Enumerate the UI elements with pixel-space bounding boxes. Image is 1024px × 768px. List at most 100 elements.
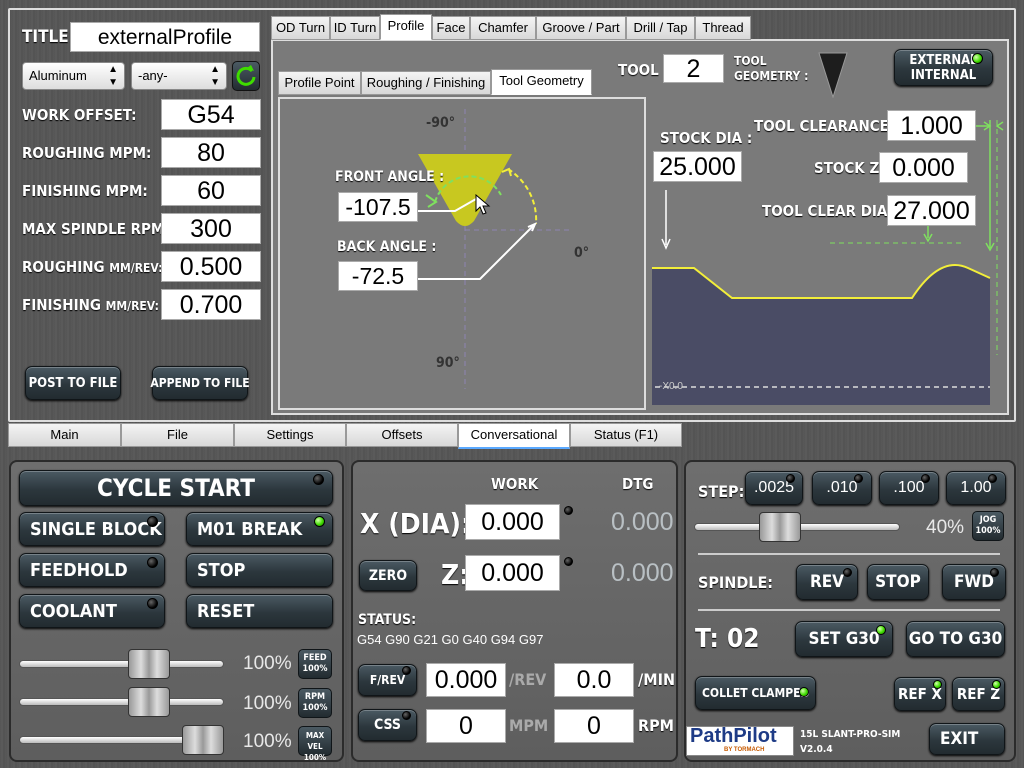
internal-label: INTERNAL [910,67,977,83]
coolant-button[interactable]: COOLANT [19,594,165,628]
back-angle-input[interactable]: -72.5 [338,261,418,291]
spindle-rev-led [843,568,852,577]
refresh-button[interactable] [232,61,260,91]
tool-angle-diagram: -90° 90° 0° FRONT ANGLE : -107.5 BACK AN… [278,97,646,410]
tab-offsets[interactable]: Offsets [346,423,458,447]
post-to-file-button[interactable]: POST TO FILE [25,366,121,400]
ref-z-led [992,680,1001,689]
tab-chamfer[interactable]: Chamfer [470,16,536,40]
angle-diagram-svg [416,109,570,389]
css-unit: MPM [509,716,549,735]
pathpilot-logo-sub: BY TORMACH [724,747,765,753]
maxvel-override-handle[interactable] [182,725,224,755]
feed-reset-button[interactable]: FEED 100% [298,649,332,679]
title-input[interactable]: externalProfile [70,22,260,52]
feedhold-button[interactable]: FEEDHOLD [19,553,165,587]
cycle-start-button[interactable]: CYCLE START [19,470,333,506]
tab-main[interactable]: Main [8,423,121,447]
work-header: WORK [491,475,539,493]
step-010-button[interactable]: .010 [812,471,872,505]
feed-per-min-value[interactable]: 0.0 [554,663,634,697]
z-led [564,557,573,566]
fmin-unit: /MIN [638,670,675,689]
tab-od-turn[interactable]: OD Turn [271,16,330,40]
tab-tool-geometry[interactable]: Tool Geometry [491,69,592,95]
work-offset-input[interactable]: G54 [161,99,261,130]
jog-rate-handle[interactable] [759,512,801,542]
tool-clearance-z-input[interactable]: 1.000 [887,110,976,141]
css-led [402,711,411,720]
z-work-value[interactable]: 0.000 [465,555,560,591]
tab-roughing-finishing[interactable]: Roughing / Finishing [361,71,491,95]
x-led [564,506,573,515]
z-dtg-value: 0.000 [611,559,674,587]
feed-override-handle[interactable] [128,649,170,679]
jog-reset-button[interactable]: JOG 100% [972,511,1004,541]
feed-override-slider[interactable] [19,660,224,668]
cycle-start-led [313,474,324,485]
tab-id-turn[interactable]: ID Turn [330,16,380,40]
go-to-g30-button[interactable]: GO TO G30 [906,621,1005,657]
roughing-mpm-input[interactable]: 80 [161,137,261,168]
stop-button[interactable]: STOP [186,553,333,587]
tab-drill-tap[interactable]: Drill / Tap [626,16,695,40]
maxvel-reset-button[interactable]: MAX VEL 100% [298,726,332,762]
m01-break-label: M01 BREAK [197,518,303,540]
tab-thread[interactable]: Thread [695,16,751,40]
tool-input[interactable]: 2 [663,54,724,83]
exit-button[interactable]: EXIT [929,723,1005,755]
roughing-mmrev-label: ROUGHING MM/REV: [22,258,163,276]
rpm-override-handle[interactable] [128,687,170,717]
back-angle-label: BACK ANGLE : [337,239,437,255]
tab-profile[interactable]: Profile [380,14,432,40]
single-block-led [147,516,158,527]
frev-unit: /REV [509,670,547,689]
rpm-override-pct: 100% [243,693,292,714]
frev-value[interactable]: 0.000 [426,663,506,697]
tab-conversational[interactable]: Conversational [458,423,570,449]
tool-geometry-label: TOOL GEOMETRY : [734,54,808,84]
tab-file[interactable]: File [121,423,234,447]
tab-groove-part[interactable]: Groove / Part [536,16,626,40]
frev-led [402,666,411,675]
spindle-fwd-led [990,568,999,577]
single-block-button[interactable]: SINGLE BLOCK [19,512,165,546]
stop-label: STOP [197,559,246,581]
jog-btn-line2: 100% [975,526,1001,536]
set-g30-led [876,625,886,635]
rpm-override-slider[interactable] [19,698,224,706]
tool-geometry-label-2: GEOMETRY : [734,69,809,83]
stock-dia-input[interactable]: 25.000 [653,151,742,182]
rpm-reset-button[interactable]: RPM 100% [298,688,332,718]
stock-z-input[interactable]: 0.000 [879,152,968,183]
maxvel-override-pct: 100% [243,731,292,752]
material-select[interactable]: Aluminum ▲ ▼ [22,62,125,90]
step-100mm-button[interactable]: 1.00 [946,471,1006,505]
stock-dia-label: STOCK DIA : [660,129,753,147]
spindle-stop-button[interactable]: STOP [867,564,929,600]
collet-clamped-button[interactable]: COLLET CLAMPED [695,676,816,710]
max-spindle-rpm-input[interactable]: 300 [161,213,261,244]
version-label: V2.0.4 [800,744,833,755]
tab-settings[interactable]: Settings [234,423,346,447]
append-to-file-button[interactable]: APPEND TO FILE [150,366,250,400]
tab-status[interactable]: Status (F1) [570,423,682,447]
main-tabs: Main File Settings Offsets Conversationa… [8,423,682,449]
css-value[interactable]: 0 [426,709,506,743]
feed-btn-line2: 100% [302,664,328,674]
x-work-value[interactable]: 0.000 [465,504,560,540]
reset-button[interactable]: RESET [186,594,333,628]
m01-break-button[interactable]: M01 BREAK [186,512,333,546]
finishing-mmrev-input[interactable]: 0.700 [161,289,261,320]
front-angle-input[interactable]: -107.5 [338,192,418,222]
step-100-button[interactable]: .100 [879,471,939,505]
tab-face[interactable]: Face [432,16,470,40]
tool-clear-dia-x-input[interactable]: 27.000 [887,195,976,226]
finishing-mpm-input[interactable]: 60 [161,175,261,206]
zero-button[interactable]: ZERO [359,560,417,591]
roughing-mmrev-input[interactable]: 0.500 [161,251,261,282]
grade-select[interactable]: -any- ▲ ▼ [131,62,227,90]
rpm-value[interactable]: 0 [554,709,634,743]
tab-profile-point[interactable]: Profile Point [278,71,361,95]
roughing-mpm-label: ROUGHING MPM: [22,144,152,162]
